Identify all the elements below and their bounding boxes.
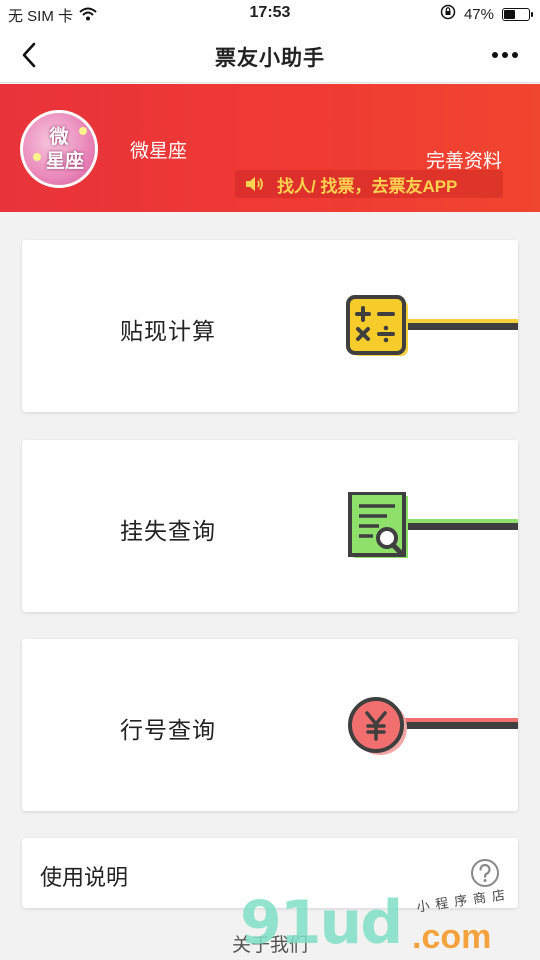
battery-fill: [504, 9, 515, 19]
battery-icon: [502, 7, 533, 21]
calculator-icon: [346, 295, 518, 356]
page-title: 票友小助手: [215, 47, 325, 70]
document-search-icon: [348, 492, 518, 558]
card-label: 行号查询: [120, 717, 216, 743]
more-button[interactable]: [488, 40, 522, 70]
complete-profile-link[interactable]: 完善资料: [426, 146, 502, 173]
more-dot-icon: [502, 52, 508, 58]
nav-bar: 票友小助手: [0, 28, 540, 83]
instructions-label: 使用说明: [40, 865, 129, 890]
avatar[interactable]: 微 星座: [20, 110, 98, 188]
avatar-text-line1: 微: [49, 127, 69, 148]
card-label: 贴现计算: [120, 318, 216, 344]
more-dot-icon: [512, 52, 518, 58]
card-label: 挂失查询: [120, 518, 216, 544]
avatar-text-line2: 星座: [45, 151, 84, 172]
notice-text: 找人/ 找票，去票友APP: [277, 176, 458, 196]
status-bar: 无 SIM 卡 17:53 47%: [0, 0, 540, 28]
user-name: 微星座: [130, 141, 188, 162]
battery-percent: 47%: [463, 5, 494, 23]
app-promo-notice[interactable]: 找人/ 找票，去票友APP: [235, 170, 503, 198]
card-loss-report-query[interactable]: 挂失查询: [22, 440, 518, 612]
orientation-lock-icon: [440, 4, 456, 24]
card-discount-calculation[interactable]: 贴现计算: [22, 240, 518, 412]
profile-banner: 微 星座 微星座 完善资料 找人/ 找票，去票友APP: [0, 84, 540, 212]
card-bank-code-query[interactable]: 行号查询: [22, 639, 518, 811]
instructions-row[interactable]: 使用说明: [22, 838, 518, 908]
help-circle-icon: [471, 859, 499, 887]
status-right: 47%: [440, 4, 533, 24]
speaker-icon: [246, 177, 263, 191]
more-dot-icon: [492, 52, 498, 58]
about-us-link[interactable]: 关于我们: [0, 930, 540, 957]
yen-coin-icon: [348, 697, 518, 755]
